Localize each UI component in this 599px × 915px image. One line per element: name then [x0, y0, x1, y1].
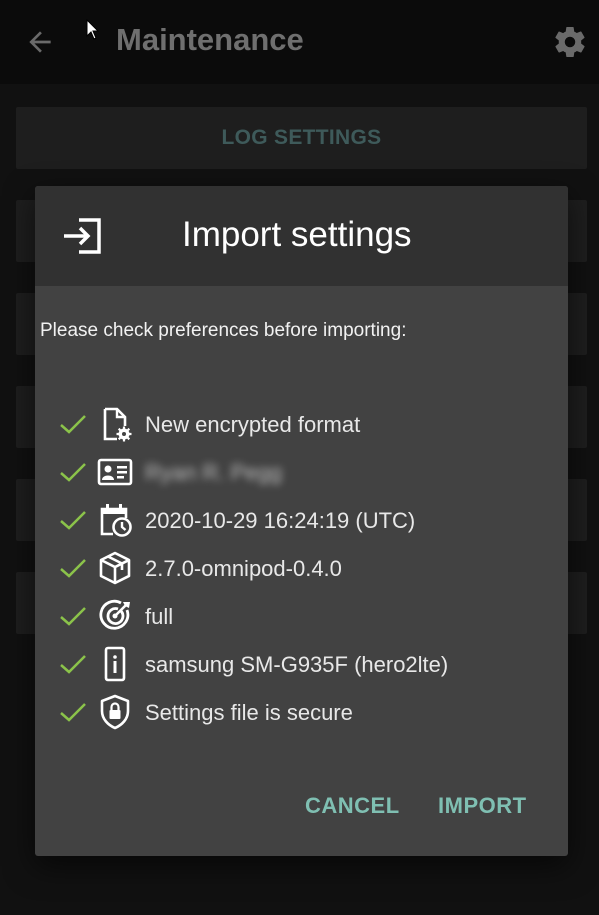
item-text: full — [145, 604, 174, 629]
page-title: Maintenance — [116, 22, 304, 57]
check-icon — [60, 559, 86, 578]
item-text: 2.7.0-omnipod-0.4.0 — [145, 556, 342, 581]
screen: Maintenance LOG SETTINGS Import settings… — [0, 0, 599, 915]
id-card-icon — [97, 458, 133, 486]
list-item: samsung SM-G935F (hero2lte) — [59, 644, 559, 684]
check-icon — [60, 607, 86, 626]
mouse-cursor-icon — [86, 19, 100, 40]
item-text: samsung SM-G935F (hero2lte) — [145, 652, 449, 677]
shield-lock-icon — [100, 694, 130, 730]
file-cog-icon — [103, 407, 132, 442]
check-icon — [60, 415, 86, 434]
cancel-button[interactable]: CANCEL — [305, 793, 400, 819]
list-item: Settings file is secure — [59, 692, 559, 732]
list-item: Ryan R. Pegg — [59, 452, 559, 492]
arrow-left-icon — [29, 31, 51, 53]
item-text: New encrypted format — [145, 412, 361, 437]
back-button[interactable] — [22, 24, 58, 60]
package-icon — [99, 551, 131, 585]
list-item: full — [59, 596, 559, 636]
check-icon — [60, 511, 86, 530]
log-settings-label: LOG SETTINGS — [221, 126, 382, 149]
log-settings-button[interactable]: LOG SETTINGS — [16, 107, 587, 169]
list-item: 2.7.0-omnipod-0.4.0 — [59, 548, 559, 588]
item-text-owner: Ryan R. Pegg — [145, 460, 282, 485]
app-bar: Maintenance — [0, 0, 599, 84]
dialog-title: Import settings — [182, 215, 412, 254]
import-button[interactable]: IMPORT — [438, 793, 527, 819]
list-item: 2020-10-29 16:24:19 (UTC) — [59, 500, 559, 540]
check-icon — [60, 655, 86, 674]
item-text: Settings file is secure — [145, 700, 353, 725]
gear-icon — [555, 27, 585, 58]
settings-button[interactable] — [548, 20, 592, 64]
dialog-prompt: Please check preferences before importin… — [40, 320, 407, 341]
import-settings-dialog: Import settings Please check preferences… — [35, 186, 568, 856]
phone-info-icon — [104, 646, 126, 682]
list-item: New encrypted format — [59, 404, 559, 444]
check-icon — [60, 703, 86, 722]
item-text: 2020-10-29 16:24:19 (UTC) — [145, 508, 416, 533]
check-icon — [60, 463, 86, 482]
dialog-header: Import settings — [35, 186, 568, 286]
calendar-clock-icon — [100, 504, 132, 537]
import-icon — [64, 218, 101, 254]
target-icon — [99, 599, 130, 630]
